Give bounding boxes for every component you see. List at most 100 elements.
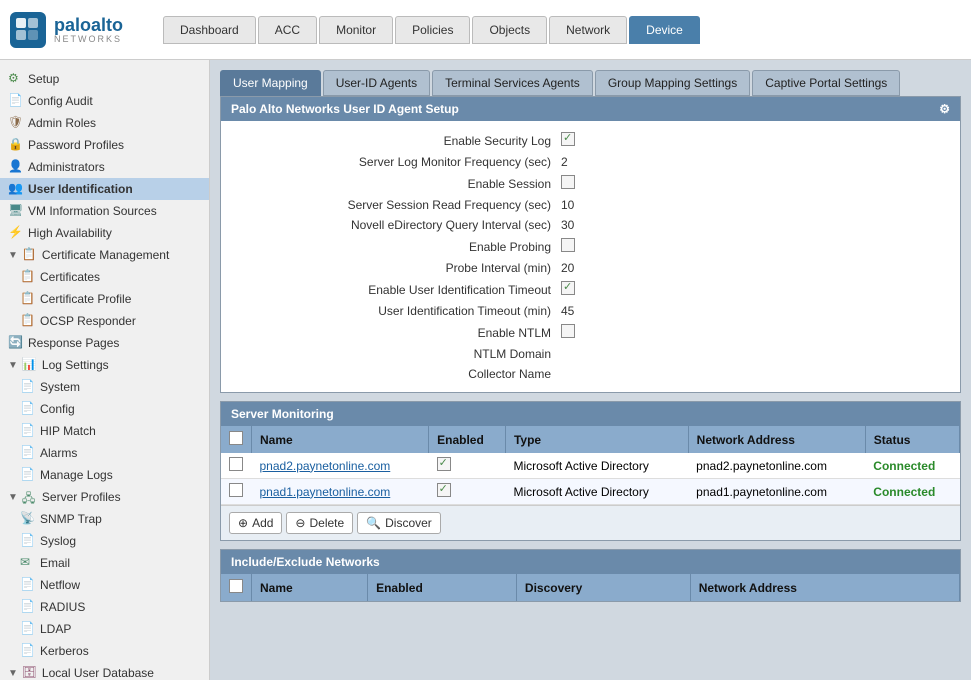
sidebar-item-server-profiles[interactable]: ▼ 🖧 Server Profiles: [0, 486, 209, 508]
tab-terminal-services[interactable]: Terminal Services Agents: [432, 70, 593, 96]
shield-icon: 🛡: [8, 115, 24, 131]
sidebar-label-kerberos: Kerberos: [40, 644, 89, 658]
sidebar-item-cert-mgmt[interactable]: ▼ 📋 Certificate Management: [0, 244, 209, 266]
sidebar-label-password-profiles: Password Profiles: [28, 138, 124, 152]
sidebar-item-certificates[interactable]: 📋 Certificates: [0, 266, 209, 288]
sidebar-item-cert-profile[interactable]: 📋 Certificate Profile: [0, 288, 209, 310]
row2-enabled-check[interactable]: [437, 483, 451, 497]
sidebar-item-administrators[interactable]: 👤 Administrators: [0, 156, 209, 178]
sidebar-item-kerberos[interactable]: 📄 Kerberos: [0, 640, 209, 662]
netflow-icon: 📄: [20, 577, 36, 593]
ie-col-network-address[interactable]: Network Address: [690, 574, 959, 601]
checkbox-security-log[interactable]: [561, 132, 575, 146]
ie-col-enabled[interactable]: Enabled: [368, 574, 517, 601]
sidebar-item-alarms[interactable]: 📄 Alarms: [0, 442, 209, 464]
sidebar-item-manage-logs[interactable]: 📄 Manage Logs: [0, 464, 209, 486]
sidebar-item-hip-match[interactable]: 📄 HIP Match: [0, 420, 209, 442]
checkbox-enable-probing[interactable]: [561, 238, 575, 252]
label-edirectory: Novell eDirectory Query Interval (sec): [241, 218, 561, 232]
checkbox-enable-session[interactable]: [561, 175, 575, 189]
col-type[interactable]: Type: [505, 426, 688, 453]
tab-user-mapping[interactable]: User Mapping: [220, 70, 321, 96]
nav-tab-policies[interactable]: Policies: [395, 16, 470, 44]
local-user-db-toggle[interactable]: ▼: [8, 668, 18, 679]
server-profiles-toggle[interactable]: ▼: [8, 492, 18, 503]
server-monitoring-table: Name Enabled Type Network Address Status…: [221, 426, 960, 505]
ie-col-discovery[interactable]: Discovery: [516, 574, 690, 601]
sidebar-item-high-availability[interactable]: ⚡ High Availability: [0, 222, 209, 244]
sidebar-item-admin-roles[interactable]: 🛡 Admin Roles: [0, 112, 209, 134]
ie-col-name[interactable]: Name: [252, 574, 368, 601]
nav-tab-monitor[interactable]: Monitor: [319, 16, 393, 44]
add-button[interactable]: ⊕ Add: [229, 512, 282, 534]
sidebar-label-log-settings: Log Settings: [42, 358, 109, 372]
tab-group-mapping[interactable]: Group Mapping Settings: [595, 70, 750, 96]
col-status[interactable]: Status: [865, 426, 959, 453]
nav-tab-objects[interactable]: Objects: [472, 16, 547, 44]
email-icon: ✉: [20, 555, 36, 571]
radius-icon: 📄: [20, 599, 36, 615]
header-check[interactable]: [229, 431, 243, 445]
settings-gear-icon[interactable]: ⚙: [939, 102, 950, 116]
sidebar-item-system[interactable]: 📄 System: [0, 376, 209, 398]
sidebar-label-local-user-db: Local User Database: [42, 666, 154, 680]
top-bar: paloalto NETWORKS Dashboard ACC Monitor …: [0, 0, 971, 60]
sidebar-item-user-identification[interactable]: 👥 User Identification: [0, 178, 209, 200]
row1-name[interactable]: pnad2.paynetonline.com: [252, 453, 429, 479]
form-row-security-log: Enable Security Log: [241, 129, 940, 152]
checkbox-uid-timeout[interactable]: [561, 281, 575, 295]
sidebar-label-certificates: Certificates: [40, 270, 100, 284]
row2-checkbox[interactable]: [229, 483, 243, 497]
sidebar-item-ocsp-responder[interactable]: 📋 OCSP Responder: [0, 310, 209, 332]
checkbox-enable-ntlm[interactable]: [561, 324, 575, 338]
col-enabled[interactable]: Enabled: [429, 426, 506, 453]
sidebar-item-config-audit[interactable]: 📄 Config Audit: [0, 90, 209, 112]
person-icon: 👤: [8, 159, 24, 175]
row1-name-link[interactable]: pnad2.paynetonline.com: [260, 459, 391, 473]
discover-button[interactable]: 🔍 Discover: [357, 512, 441, 534]
sidebar-item-email[interactable]: ✉ Email: [0, 552, 209, 574]
sidebar-item-ldap[interactable]: 📄 LDAP: [0, 618, 209, 640]
nav-tab-device[interactable]: Device: [629, 16, 700, 44]
brand-sub: NETWORKS: [54, 34, 123, 44]
sidebar-item-setup[interactable]: ⚙ Setup: [0, 68, 209, 90]
sidebar-item-vm-info-sources[interactable]: 🖥 VM Information Sources: [0, 200, 209, 222]
row2-name[interactable]: pnad1.paynetonline.com: [252, 479, 429, 505]
col-network-address[interactable]: Network Address: [688, 426, 865, 453]
hip-icon: 📄: [20, 423, 36, 439]
sidebar-item-local-user-db[interactable]: ▼ 🗄 Local User Database: [0, 662, 209, 680]
sidebar-item-response-pages[interactable]: 🔄 Response Pages: [0, 332, 209, 354]
sidebar-item-syslog[interactable]: 📄 Syslog: [0, 530, 209, 552]
sidebar-label-admin-roles: Admin Roles: [28, 116, 96, 130]
delete-button[interactable]: ⊖ Delete: [286, 512, 353, 534]
col-name[interactable]: Name: [252, 426, 429, 453]
row1-checkbox[interactable]: [229, 457, 243, 471]
row2-name-link[interactable]: pnad1.paynetonline.com: [260, 485, 391, 499]
sidebar-item-netflow[interactable]: 📄 Netflow: [0, 574, 209, 596]
sidebar-label-alarms: Alarms: [40, 446, 77, 460]
logo-text: paloalto NETWORKS: [54, 16, 123, 44]
row1-enabled-check[interactable]: [437, 457, 451, 471]
ie-header-check[interactable]: [229, 579, 243, 593]
label-enable-ntlm: Enable NTLM: [241, 326, 561, 340]
sidebar-label-vm-info-sources: VM Information Sources: [28, 204, 157, 218]
value-uid-timeout: 45: [561, 304, 574, 318]
nav-tab-dashboard[interactable]: Dashboard: [163, 16, 256, 44]
agent-setup-header: Palo Alto Networks User ID Agent Setup ⚙: [221, 97, 960, 121]
tab-user-id-agents[interactable]: User-ID Agents: [323, 70, 430, 96]
cert-mgmt-toggle[interactable]: ▼: [8, 250, 18, 261]
tab-captive-portal[interactable]: Captive Portal Settings: [752, 70, 900, 96]
nav-tab-acc[interactable]: ACC: [258, 16, 317, 44]
sidebar-item-config[interactable]: 📄 Config: [0, 398, 209, 420]
label-enable-probing: Enable Probing: [241, 240, 561, 254]
sidebar-item-radius[interactable]: 📄 RADIUS: [0, 596, 209, 618]
brand-name: paloalto: [54, 16, 123, 34]
sidebar-item-password-profiles[interactable]: 🔒 Password Profiles: [0, 134, 209, 156]
form-row-enable-ntlm: Enable NTLM: [241, 321, 940, 344]
log-settings-toggle[interactable]: ▼: [8, 360, 18, 371]
sidebar-label-ocsp-responder: OCSP Responder: [40, 314, 136, 328]
gear-icon: ⚙: [8, 71, 24, 87]
sidebar-item-log-settings[interactable]: ▼ 📊 Log Settings: [0, 354, 209, 376]
sidebar-item-snmp-trap[interactable]: 📡 SNMP Trap: [0, 508, 209, 530]
nav-tab-network[interactable]: Network: [549, 16, 627, 44]
